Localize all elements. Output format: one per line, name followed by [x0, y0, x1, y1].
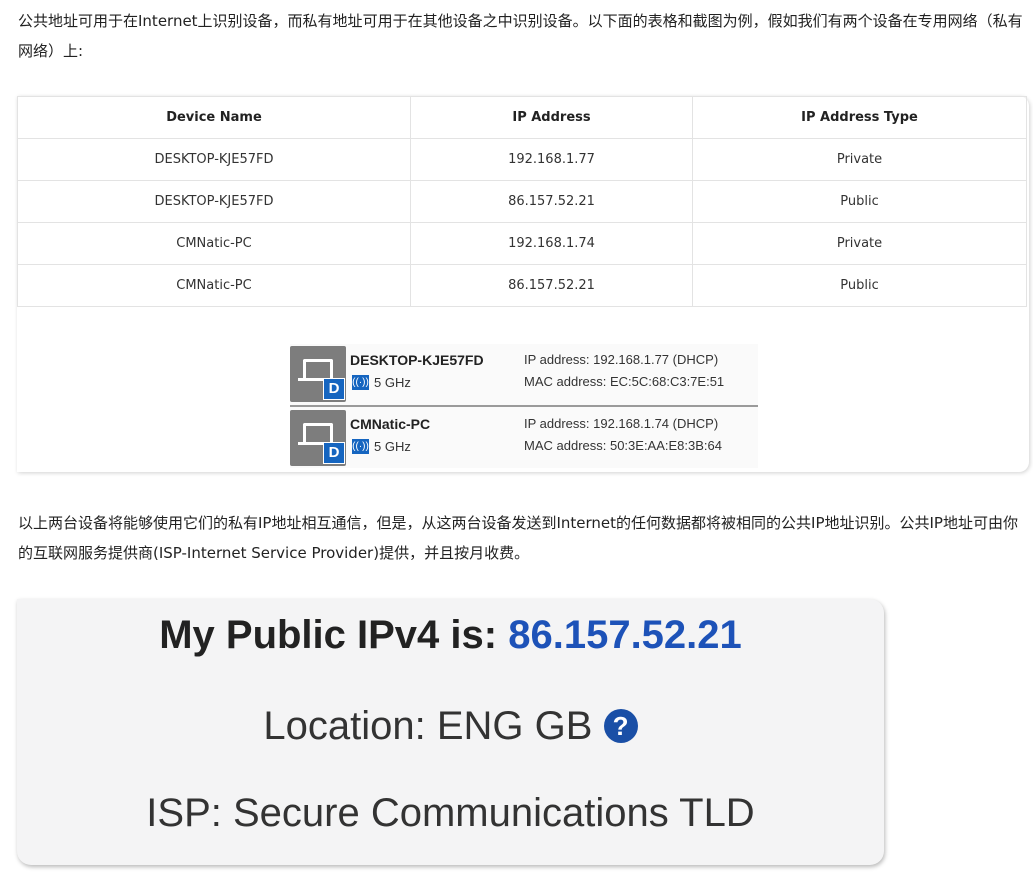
cell-device-name: DESKTOP-KJE57FD: [17, 180, 411, 223]
device-band: 5 GHz: [374, 439, 411, 454]
device-mac: MAC address: 50:3E:AA:E8:3B:64: [524, 438, 722, 453]
wifi-signal-icon: ((·)): [352, 375, 369, 390]
explanation-paragraph: 以上两台设备将能够使用它们的私有IP地址相互通信，但是，从这两台设备发送到Int…: [18, 514, 1018, 562]
cell-device-name: CMNatic-PC: [17, 264, 411, 307]
laptop-icon: D: [290, 346, 346, 402]
public-ip-label: My Public IPv4 is:: [159, 613, 509, 657]
public-ip-card: My Public IPv4 is: 86.157.52.21 Location…: [17, 599, 884, 865]
table-row: DESKTOP-KJE57FD 192.168.1.77 Private: [17, 138, 1027, 181]
question-circle-icon[interactable]: ?: [603, 709, 638, 743]
header-device-name: Device Name: [17, 96, 411, 139]
header-ip-address: IP Address: [410, 96, 693, 139]
dhcp-badge: D: [323, 378, 345, 400]
cell-ip-type: Public: [692, 264, 1027, 307]
cell-ip-address: 192.168.1.74: [410, 222, 693, 265]
public-ip-value: 86.157.52.21: [508, 613, 742, 657]
device-band: 5 GHz: [374, 375, 411, 390]
device-name: DESKTOP-KJE57FD: [350, 352, 484, 368]
device-list-screenshot: D DESKTOP-KJE57FD ((·)) 5 GHz IP address…: [290, 344, 758, 468]
device-ip: IP address: 192.168.1.74 (DHCP): [524, 416, 719, 431]
device-row: D CMNatic-PC ((·)) 5 GHz IP address: 192…: [290, 408, 758, 468]
cell-ip-address: 86.157.52.21: [410, 264, 693, 307]
isp-line: ISP: Secure Communications TLD: [146, 791, 755, 835]
cell-device-name: DESKTOP-KJE57FD: [17, 138, 411, 181]
device-ip: IP address: 192.168.1.77 (DHCP): [524, 352, 719, 367]
location-text: Location: ENG GB: [263, 704, 593, 748]
table-header-row: Device Name IP Address IP Address Type: [17, 96, 1027, 139]
table-row: CMNatic-PC 192.168.1.74 Private: [17, 222, 1027, 265]
location-line: Location: ENG GB ?: [17, 704, 884, 749]
device-mac: MAC address: EC:5C:68:C3:7E:51: [524, 374, 725, 389]
cell-ip-type: Private: [692, 138, 1027, 181]
device-name: CMNatic-PC: [350, 416, 431, 432]
table-row: DESKTOP-KJE57FD 86.157.52.21 Public: [17, 180, 1027, 223]
divider: [290, 405, 758, 407]
intro-paragraph: 公共地址可用于在Internet上识别设备，而私有地址可用于在其他设备之中识别设…: [18, 12, 1023, 60]
cell-ip-type: Public: [692, 180, 1027, 223]
ip-address-table: Device Name IP Address IP Address Type D…: [17, 96, 1027, 307]
laptop-icon: D: [290, 410, 346, 466]
header-ip-address-type: IP Address Type: [692, 96, 1027, 139]
public-ip-heading: My Public IPv4 is: 86.157.52.21: [17, 613, 884, 658]
table-row: CMNatic-PC 86.157.52.21 Public: [17, 264, 1027, 307]
cell-ip-address: 192.168.1.77: [410, 138, 693, 181]
cell-ip-address: 86.157.52.21: [410, 180, 693, 223]
cell-device-name: CMNatic-PC: [17, 222, 411, 265]
wifi-signal-icon: ((·)): [352, 439, 369, 454]
device-row: D DESKTOP-KJE57FD ((·)) 5 GHz IP address…: [290, 344, 758, 404]
cell-ip-type: Private: [692, 222, 1027, 265]
dhcp-badge: D: [323, 442, 345, 464]
